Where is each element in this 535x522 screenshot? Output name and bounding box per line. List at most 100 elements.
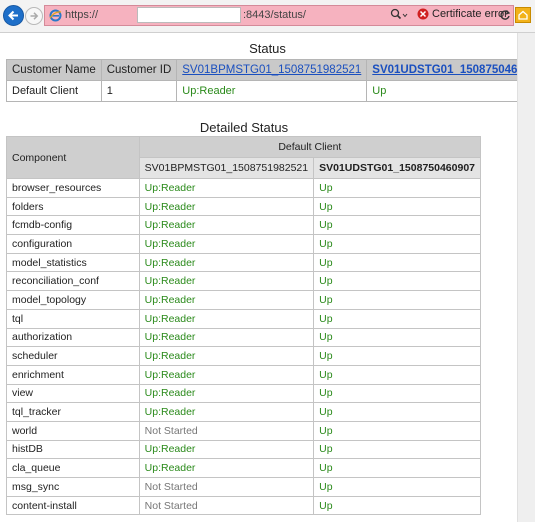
server2-status-cell: Up <box>313 234 481 254</box>
server2-status-cell: Up <box>313 178 481 198</box>
detail-header-row-1: Component Default Client <box>6 136 482 179</box>
server2-status-cell: Up <box>366 80 535 102</box>
certificate-error-indicator[interactable]: Certificate error <box>417 8 508 20</box>
server1-status-cell: Up:Reader <box>138 196 315 217</box>
back-button[interactable] <box>3 5 24 26</box>
status-row: Default Client 1 Up:Reader Up <box>6 80 535 102</box>
page-scrollbar[interactable] <box>517 33 535 522</box>
error-shield-icon <box>417 8 429 20</box>
server1-status-cell: Up:Reader <box>138 234 315 254</box>
server2-status-cell: Up <box>313 252 481 273</box>
server1-status-cell: Up:Reader <box>138 308 315 329</box>
component-cell: scheduler <box>6 346 140 366</box>
url-prefix: https:// <box>65 9 99 21</box>
component-cell: model_statistics <box>6 252 140 273</box>
home-icon[interactable] <box>515 7 531 23</box>
server1-status-cell: Not Started <box>138 477 315 497</box>
table-row: model_topology Up:Reader Up <box>6 290 481 310</box>
detail-body: browser_resources Up:Reader Up folders Up:Re… <box>6 178 481 516</box>
component-header: Component <box>6 136 140 179</box>
table-row: fcmdb-config Up:Reader Up <box>6 215 481 236</box>
server2-status-cell: Up <box>313 402 481 422</box>
server2-status-cell: Up <box>313 364 481 385</box>
table-row: reconciliation_conf Up:Reader Up <box>6 271 481 292</box>
server1-header: SV01BPMSTG01_1508751982521 <box>176 59 368 81</box>
server1-status-cell: Up:Reader <box>138 290 315 310</box>
server1-status-cell: Up:Reader <box>138 439 315 460</box>
forward-button[interactable] <box>25 7 43 25</box>
component-cell: enrichment <box>6 364 140 385</box>
component-cell: browser_resources <box>6 178 140 198</box>
url-suffix: :8443/status/ <box>243 9 306 21</box>
server1-status-cell: Up:Reader <box>138 402 315 422</box>
arrow-left-icon <box>8 10 18 21</box>
default-client-header: Default Client <box>138 136 482 158</box>
server2-link[interactable]: SV01UDSTG01_1508750460907 <box>372 64 535 76</box>
server1-status-cell: Not Started <box>138 420 315 441</box>
server2-status-cell: Up <box>313 439 481 460</box>
server1-status-cell: Not Started <box>138 495 315 516</box>
component-cell: configuration <box>6 234 140 254</box>
server1-status-cell: Up:Reader <box>138 346 315 366</box>
certificate-error-label: Certificate error <box>432 8 508 20</box>
server1-status-cell: Up:Reader <box>138 178 315 198</box>
url-field[interactable]: https:// :8443/status/ Certificate error <box>44 5 514 26</box>
table-row: msg_sync Not Started Up <box>6 477 481 497</box>
server1-status-cell: Up:Reader <box>138 252 315 273</box>
detailed-status-heading: Detailed Status <box>199 120 289 135</box>
component-cell: world <box>6 420 140 441</box>
server2-column-header: SV01UDSTG01_1508750460907 <box>313 157 481 179</box>
component-cell: histDB <box>6 439 140 460</box>
server2-status-cell: Up <box>313 308 481 329</box>
table-row: browser_resources Up:Reader Up <box>6 178 481 198</box>
table-row: configuration Up:Reader Up <box>6 234 481 254</box>
server2-status-cell: Up <box>313 420 481 441</box>
table-row: folders Up:Reader Up <box>6 196 481 217</box>
ie-icon <box>49 9 62 25</box>
server1-column-header: SV01BPMSTG01_1508751982521 <box>138 157 315 179</box>
table-row: tql_tracker Up:Reader Up <box>6 402 481 422</box>
server1-status-cell: Up:Reader <box>138 271 315 292</box>
component-cell: model_topology <box>6 290 140 310</box>
server2-status-cell: Up <box>313 271 481 292</box>
table-row: model_statistics Up:Reader Up <box>6 252 481 273</box>
component-cell: msg_sync <box>6 477 140 497</box>
table-row: tql Up:Reader Up <box>6 308 481 329</box>
status-header-row: Customer Name Customer ID SV01BPMSTG01_1… <box>6 59 535 81</box>
server2-header: SV01UDSTG01_1508750460907 <box>366 59 535 81</box>
component-cell: tql <box>6 308 140 329</box>
server2-status-cell: Up <box>313 458 481 478</box>
refresh-icon[interactable] <box>499 9 511 24</box>
server2-status-cell: Up <box>313 477 481 497</box>
component-cell: reconciliation_conf <box>6 271 140 292</box>
table-row: view Up:Reader Up <box>6 383 481 404</box>
server2-status-cell: Up <box>313 495 481 516</box>
component-cell: fcmdb-config <box>6 215 140 236</box>
url-redacted-host <box>137 7 241 23</box>
table-row: enrichment Up:Reader Up <box>6 364 481 385</box>
table-row: content-install Not Started Up <box>6 495 481 516</box>
table-row: histDB Up:Reader Up <box>6 439 481 460</box>
customer-id-header: Customer ID <box>100 59 178 81</box>
table-row: authorization Up:Reader Up <box>6 327 481 348</box>
component-cell: view <box>6 383 140 404</box>
search-icon[interactable] <box>390 8 408 25</box>
server1-status-cell: Up:Reader <box>138 458 315 478</box>
server2-status-cell: Up <box>313 215 481 236</box>
component-cell: content-install <box>6 495 140 516</box>
server1-link[interactable]: SV01BPMSTG01_1508751982521 <box>182 64 361 76</box>
arrow-right-icon <box>30 12 39 20</box>
detailed-status-table: Component Default Client SV01BPMSTG01_15… <box>6 136 482 516</box>
server1-status-cell: Up:Reader <box>138 215 315 236</box>
component-cell: cla_queue <box>6 458 140 478</box>
customer-id-cell: 1 <box>100 80 178 102</box>
table-row: scheduler Up:Reader Up <box>6 346 481 366</box>
server1-status-cell: Up:Reader <box>138 327 315 348</box>
component-cell: folders <box>6 196 140 217</box>
component-cell: authorization <box>6 327 140 348</box>
server2-status-cell: Up <box>313 327 481 348</box>
table-row: world Not Started Up <box>6 420 481 441</box>
customer-name-cell: Default Client <box>6 80 102 102</box>
component-cell: tql_tracker <box>6 402 140 422</box>
table-row: cla_queue Up:Reader Up <box>6 458 481 478</box>
